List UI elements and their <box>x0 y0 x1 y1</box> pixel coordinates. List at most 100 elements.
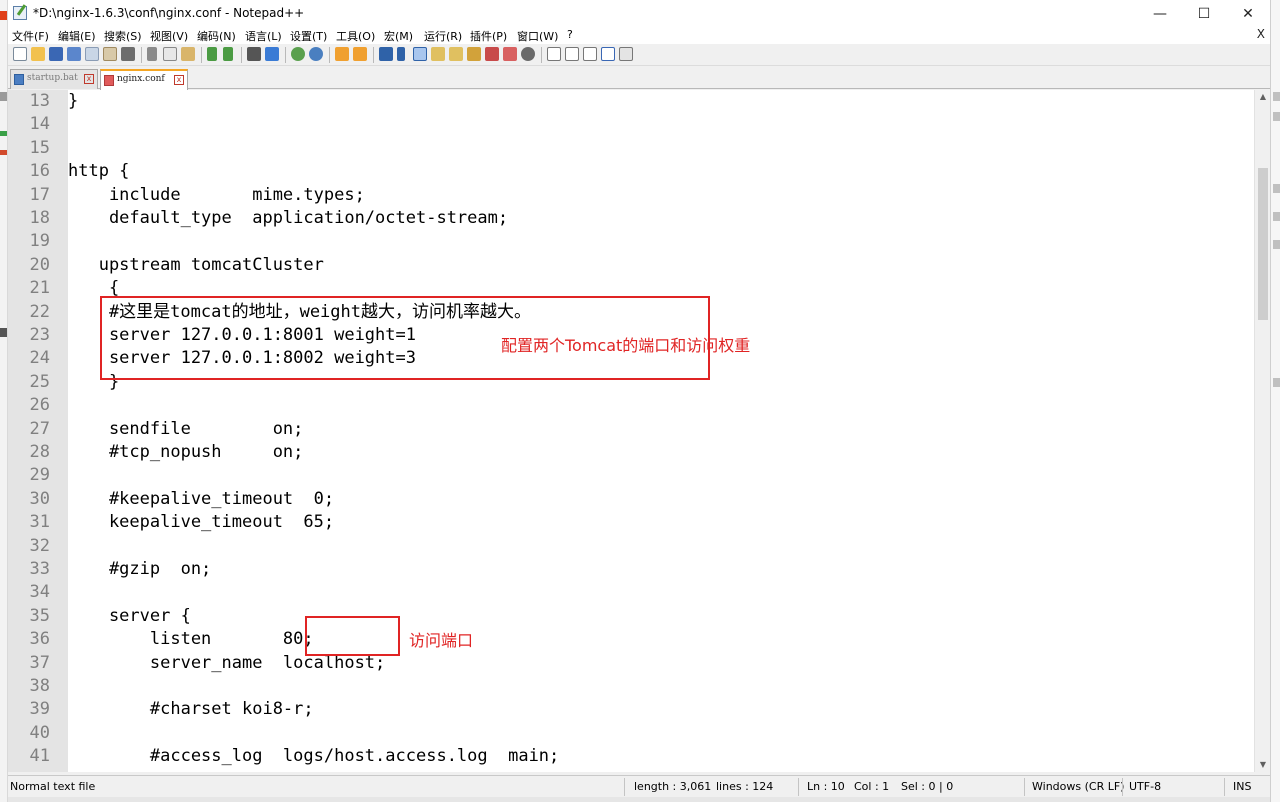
print-icon[interactable] <box>121 47 135 61</box>
record-macro-icon[interactable] <box>547 47 561 61</box>
cut-icon[interactable] <box>147 47 157 61</box>
code-line[interactable]: 32 <box>8 535 1254 558</box>
function-list-icon[interactable] <box>467 47 481 61</box>
menu-view[interactable]: 视图(V) <box>150 28 188 44</box>
maximize-button[interactable]: ☐ <box>1182 0 1226 27</box>
line-text[interactable]: #keepalive_timeout 0; <box>68 488 334 511</box>
stop-macro-icon[interactable] <box>565 47 579 61</box>
code-line[interactable]: 35 server { <box>8 605 1254 628</box>
code-editor[interactable]: 13} 14 15 16 http {17 include mime.types; 18 … <box>8 90 1270 772</box>
code-line[interactable]: 36 listen 80; <box>8 628 1254 651</box>
close-tab-icon[interactable]: x <box>174 75 184 85</box>
code-line[interactable]: 34 <box>8 581 1254 604</box>
indent-guide-icon[interactable] <box>413 47 427 61</box>
undo-icon[interactable] <box>207 47 217 61</box>
status-separator <box>798 778 799 796</box>
menu-search[interactable]: 搜索(S) <box>104 28 142 44</box>
code-line[interactable]: 39 #charset koi8-r; <box>8 698 1254 721</box>
menu-help[interactable]: ? <box>567 28 573 41</box>
code-line[interactable]: 28 #tcp_nopush on; <box>8 441 1254 464</box>
line-text[interactable]: sendfile on; <box>68 418 303 441</box>
line-text[interactable]: #tcp_nopush on; <box>68 441 303 464</box>
zoom-in-icon[interactable] <box>291 47 305 61</box>
menu-edit[interactable]: 编辑(E) <box>58 28 96 44</box>
line-text[interactable]: #access_log logs/host.access.log main; <box>68 745 559 768</box>
sync-vertical-icon[interactable] <box>335 47 349 61</box>
code-line[interactable]: 29 <box>8 464 1254 487</box>
doc-map-icon[interactable] <box>449 47 463 61</box>
menu-settings[interactable]: 设置(T) <box>290 28 327 44</box>
code-line[interactable]: 17 include mime.types; <box>8 184 1254 207</box>
save-icon[interactable] <box>49 47 63 61</box>
menu-encoding[interactable]: 编码(N) <box>197 28 236 44</box>
scroll-thumb[interactable] <box>1258 168 1268 320</box>
line-number: 18 <box>29 208 50 228</box>
tab-nginx-conf[interactable]: nginx.conf x <box>100 69 188 90</box>
menu-window[interactable]: 窗口(W) <box>517 28 558 44</box>
paste-icon[interactable] <box>181 47 195 61</box>
scroll-down-icon[interactable]: ▼ <box>1255 758 1270 772</box>
close-window-button[interactable]: ✕ <box>1226 0 1270 27</box>
open-file-icon[interactable] <box>31 47 45 61</box>
run-macro-multiple-icon[interactable] <box>601 47 615 61</box>
line-text[interactable]: #gzip on; <box>68 558 211 581</box>
code-line[interactable]: 15 <box>8 137 1254 160</box>
scroll-up-icon[interactable]: ▲ <box>1255 90 1270 104</box>
eye-icon[interactable] <box>521 47 535 61</box>
vertical-scrollbar[interactable]: ▲ ▼ <box>1254 90 1270 772</box>
play-macro-icon[interactable] <box>583 47 597 61</box>
code-line[interactable]: 37 server_name localhost; <box>8 652 1254 675</box>
line-text[interactable]: listen 80; <box>68 628 314 651</box>
background-glyph <box>0 92 7 101</box>
code-line[interactable]: 31 keepalive_timeout 65; <box>8 511 1254 534</box>
code-line[interactable]: 41 #access_log logs/host.access.log main… <box>8 745 1254 768</box>
line-text[interactable]: #charset koi8-r; <box>68 698 314 721</box>
word-wrap-icon[interactable] <box>379 47 393 61</box>
menu-plugins[interactable]: 插件(P) <box>470 28 507 44</box>
folder-workspace-icon[interactable] <box>485 47 499 61</box>
code-line[interactable]: 13} <box>8 90 1254 113</box>
code-line[interactable]: 18 default_type application/octet-stream… <box>8 207 1254 230</box>
find-icon[interactable] <box>247 47 261 61</box>
code-line[interactable]: 26 <box>8 394 1254 417</box>
copy-icon[interactable] <box>163 47 177 61</box>
code-line[interactable]: 33 #gzip on; <box>8 558 1254 581</box>
close-all-icon[interactable] <box>103 47 117 61</box>
line-text[interactable]: include mime.types; <box>68 184 365 207</box>
code-line[interactable]: 40 <box>8 722 1254 745</box>
menu-language[interactable]: 语言(L) <box>245 28 282 44</box>
user-language-icon[interactable] <box>431 47 445 61</box>
code-line[interactable]: 30 #keepalive_timeout 0; <box>8 488 1254 511</box>
menu-tools[interactable]: 工具(O) <box>336 28 375 44</box>
save-all-icon[interactable] <box>67 47 81 61</box>
menu-macro[interactable]: 宏(M) <box>384 28 413 44</box>
code-line[interactable]: 27 sendfile on; <box>8 418 1254 441</box>
tab-startup-bat[interactable]: startup.bat x <box>10 69 98 89</box>
code-line[interactable]: 20 upstream tomcatCluster <box>8 254 1254 277</box>
menu-run[interactable]: 运行(R) <box>424 28 462 44</box>
line-text[interactable]: keepalive_timeout 65; <box>68 511 334 534</box>
zoom-out-icon[interactable] <box>309 47 323 61</box>
line-text[interactable]: http { <box>68 160 129 183</box>
code-line[interactable]: 16 http { <box>8 160 1254 183</box>
minimize-button[interactable]: — <box>1138 0 1182 27</box>
line-text[interactable]: upstream tomcatCluster <box>68 254 324 277</box>
close-document-button[interactable]: X <box>1257 27 1265 41</box>
line-text[interactable]: default_type application/octet-stream; <box>68 207 508 230</box>
code-line[interactable]: 38 <box>8 675 1254 698</box>
show-all-chars-icon[interactable] <box>397 47 405 61</box>
code-line[interactable]: 14 <box>8 113 1254 136</box>
save-macro-icon[interactable] <box>619 47 633 61</box>
sync-horizontal-icon[interactable] <box>353 47 367 61</box>
code-line[interactable]: 19 <box>8 230 1254 253</box>
line-text[interactable]: server { <box>68 605 191 628</box>
menu-file[interactable]: 文件(F) <box>12 28 49 44</box>
line-text[interactable]: } <box>68 90 78 113</box>
close-icon[interactable] <box>85 47 99 61</box>
line-number: 21 <box>29 278 50 299</box>
redo-icon[interactable] <box>223 47 233 61</box>
close-tab-icon[interactable]: x <box>84 74 94 84</box>
new-file-icon[interactable] <box>13 47 27 61</box>
replace-icon[interactable] <box>265 47 279 61</box>
monitor-icon[interactable] <box>503 47 517 61</box>
